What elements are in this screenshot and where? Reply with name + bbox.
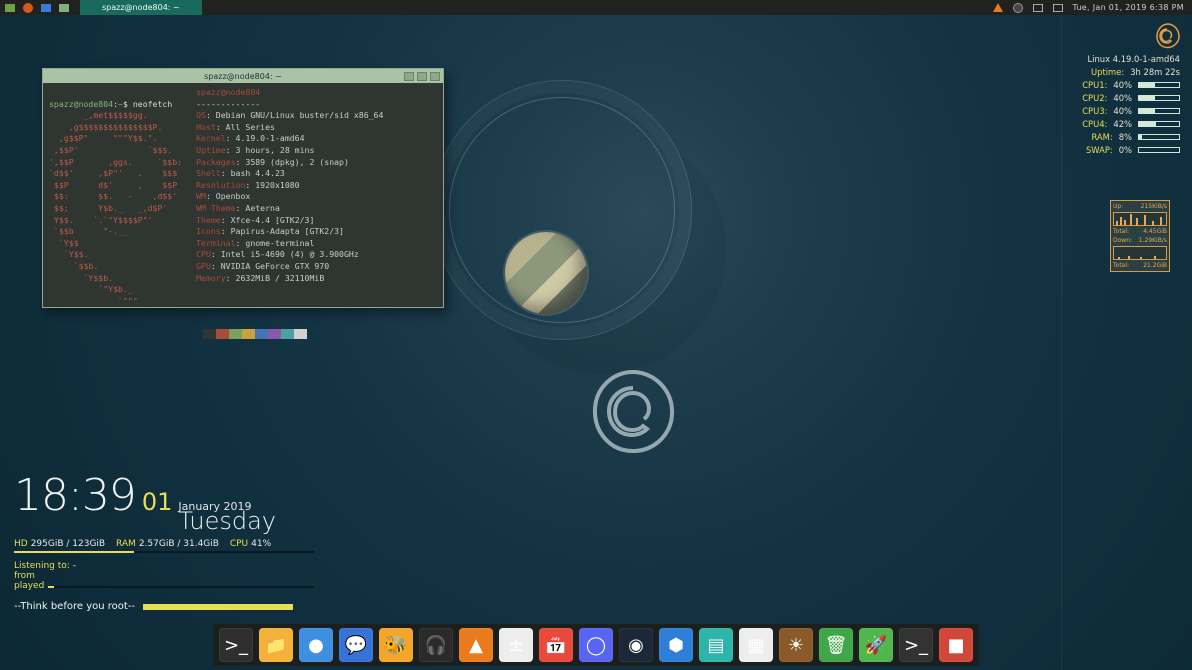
prompt-user: spazz@node804	[49, 99, 113, 109]
taskbar-item-terminal[interactable]: spazz@node804: ~	[80, 0, 202, 15]
firefox-icon[interactable]	[22, 2, 34, 14]
terminal-body[interactable]: spazz@node804:~$ neofetch _,met$$$$$gg. …	[43, 83, 443, 323]
clock-weekday: Tuesday	[178, 507, 276, 535]
dock-steam[interactable]: ◉	[619, 628, 653, 662]
dock-discord[interactable]: ◯	[579, 628, 613, 662]
clock-daynum: 01	[142, 488, 173, 516]
stat-bar	[14, 551, 314, 553]
window-maximize-button[interactable]	[417, 72, 427, 81]
steam-tray-icon[interactable]	[1012, 2, 1024, 14]
dock-octopi[interactable]: ⬢	[659, 628, 693, 662]
dock: >_📁●💬🐝🎧▲±📅◯◉⬢▤▦☀🗑🚀>_■	[213, 624, 979, 666]
neofetch-info: spazz@node804 ------------- OS: Debian G…	[196, 87, 383, 319]
wallpaper-planet	[505, 232, 587, 314]
dock-shutdown[interactable]: ■	[939, 628, 973, 662]
sys-row-cpu2: CPU2:40%	[1068, 93, 1180, 103]
dock-headphones[interactable]: 🎧	[419, 628, 453, 662]
stat-line: HD295GiB / 123GiB RAM2.57GiB / 31.4GiB C…	[14, 539, 314, 549]
dock-weather[interactable]: ☀	[779, 628, 813, 662]
dock-terminal[interactable]: >_	[219, 628, 253, 662]
dock-files[interactable]: 📁	[259, 628, 293, 662]
clock-widget: 18:39 01 January 2019 Tuesday HD295GiB /…	[14, 470, 314, 612]
terminal-command: neofetch	[133, 99, 172, 109]
terminal-title: spazz@node804: ~	[204, 72, 282, 81]
mail-icon[interactable]	[40, 2, 52, 14]
net-down-graph	[1113, 246, 1167, 260]
kernel-text: Linux 4.19.0-1-amd64	[1068, 54, 1180, 64]
sys-row-cpu4: CPU4:42%	[1068, 119, 1180, 129]
debian-swirl-icon	[570, 360, 690, 480]
dock-vlc[interactable]: ▲	[459, 628, 493, 662]
dock-color-picker[interactable]: ▦	[739, 628, 773, 662]
network-widget: Up:215KiB/s Total:4.45GiB Down:1.29KiB/s…	[1110, 200, 1170, 272]
wallpaper-divider	[1061, 18, 1062, 670]
now-playing: Listening to: - from played	[14, 561, 314, 591]
window-close-button[interactable]	[430, 72, 440, 81]
dock-calculator[interactable]: ±	[499, 628, 533, 662]
files-icon[interactable]	[4, 2, 16, 14]
sys-row-cpu1: CPU1:40%	[1068, 80, 1180, 90]
panel-clock[interactable]: Tue, Jan 01, 2019 6:38 PM	[1072, 3, 1184, 12]
net-up-graph	[1113, 212, 1167, 226]
dock-chromium[interactable]: ●	[299, 628, 333, 662]
dock-task-manager[interactable]: ▤	[699, 628, 733, 662]
neofetch-ascii: _,met$$$$$gg. ,g$$$$$$$$$$$$$$$P. ,g$$P"…	[49, 110, 182, 306]
dock-signal[interactable]: 💬	[339, 628, 373, 662]
quote-line: --Think before you root--	[14, 601, 314, 612]
window-minimize-button[interactable]	[404, 72, 414, 81]
top-panel: spazz@node804: ~ Tue, Jan 01, 2019 6:38 …	[0, 0, 1192, 15]
sys-row-swap: SWAP:0%	[1068, 145, 1180, 155]
uptime-row: Uptime:3h 28m 22s	[1068, 67, 1180, 77]
dock-calendar[interactable]: 📅	[539, 628, 573, 662]
terminal-icon[interactable]	[58, 2, 70, 14]
terminal-titlebar[interactable]: spazz@node804: ~	[43, 69, 443, 83]
dock-trash[interactable]: 🗑	[819, 628, 853, 662]
dock-launcher[interactable]: 🚀	[859, 628, 893, 662]
terminal-window[interactable]: spazz@node804: ~ spazz@node804:~$ neofet…	[42, 68, 444, 308]
dock-honey[interactable]: 🐝	[379, 628, 413, 662]
volume-icon[interactable]	[1032, 2, 1044, 14]
clock-time: 18:39	[14, 470, 136, 521]
color-swatches	[203, 329, 443, 339]
sys-row-cpu3: CPU3:40%	[1068, 106, 1180, 116]
dock-terminal-alt[interactable]: >_	[899, 628, 933, 662]
vlc-tray-icon[interactable]	[992, 2, 1004, 14]
sys-row-ram: RAM:8%	[1068, 132, 1180, 142]
debian-logo-icon	[1068, 22, 1180, 52]
system-widget: Linux 4.19.0-1-amd64 Uptime:3h 28m 22s C…	[1068, 22, 1180, 155]
workspace-icon[interactable]	[1052, 2, 1064, 14]
